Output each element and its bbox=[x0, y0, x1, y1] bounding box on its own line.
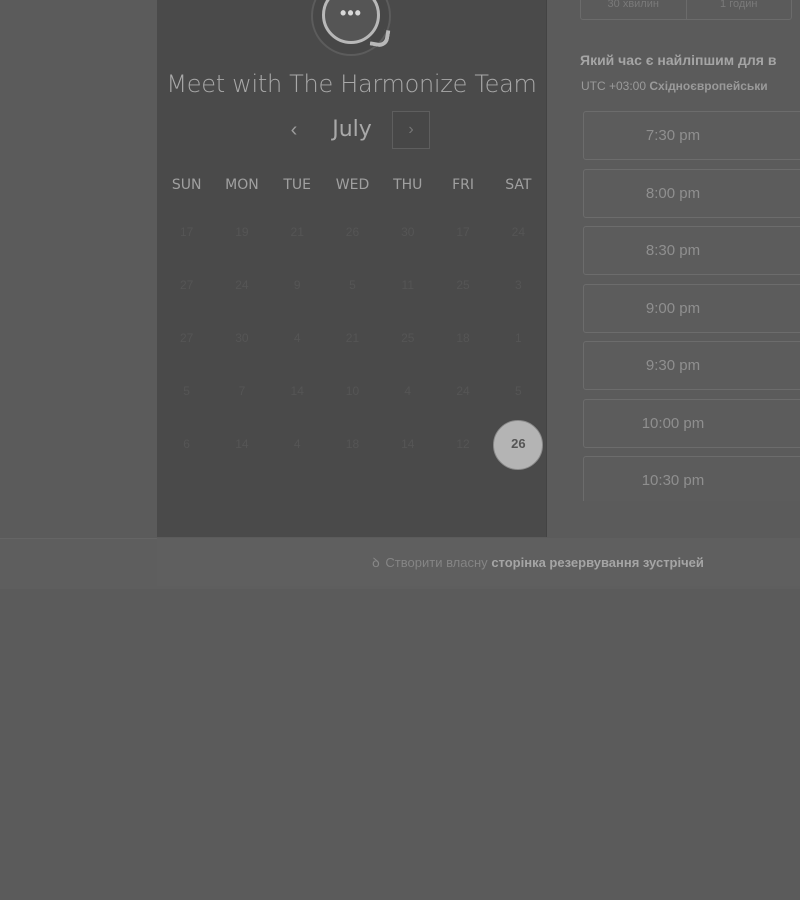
time-slot-list[interactable]: 7:30 pm 8:00 pm 8:30 pm 9:00 pm 9:30 pm … bbox=[583, 111, 800, 501]
calendar-day: 30 bbox=[235, 331, 249, 345]
selected-day[interactable]: 26 bbox=[491, 420, 546, 474]
weekday-label: SUN bbox=[171, 177, 202, 193]
calendar-day: 5 bbox=[514, 384, 522, 398]
calendar-day: 21 bbox=[345, 331, 360, 345]
calendar-day: 30 bbox=[401, 225, 415, 239]
footer-link[interactable]: сторінка резервування зустрічей bbox=[491, 555, 704, 570]
calendar-day: 4 bbox=[293, 331, 301, 345]
calendar-day: 5 bbox=[183, 384, 190, 398]
hubspot-sprocket-icon: ꝺ bbox=[372, 555, 380, 570]
chat-dots-icon: ••• bbox=[322, 0, 391, 49]
chevron-left-icon: ‹ bbox=[290, 119, 298, 141]
timezone-offset: UTC +03:00 bbox=[581, 79, 647, 93]
time-slot-button[interactable]: 9:30 pm bbox=[583, 341, 800, 390]
calendar-day: 5 bbox=[349, 278, 356, 292]
weekday-label: THU bbox=[393, 177, 423, 193]
calendar-day: 12 bbox=[456, 437, 470, 451]
calendar-day: 17 bbox=[456, 225, 470, 239]
weekday-label: FRI bbox=[452, 177, 474, 193]
weekday-header: SUN MON TUE WED THU FRI SAT bbox=[157, 172, 546, 198]
duration-tab[interactable]: 1 годин bbox=[685, 0, 792, 19]
calendar-day: 14 bbox=[235, 437, 249, 451]
calendar-day: 9 bbox=[293, 278, 301, 292]
calendar-day: 1 bbox=[514, 331, 522, 345]
calendar-week: 27 30 4 21 25 18 1 bbox=[157, 315, 546, 368]
weekday-label: MON bbox=[225, 177, 259, 193]
calendar-day: 24 bbox=[235, 278, 249, 292]
calendar-day: 21 bbox=[290, 225, 304, 239]
duration-tab[interactable]: 30 хвилин bbox=[581, 0, 686, 19]
calendar-day: 27 bbox=[179, 278, 194, 292]
next-month-button[interactable]: › bbox=[392, 111, 430, 149]
prev-month-button[interactable]: ‹ bbox=[280, 116, 308, 144]
time-slot-button[interactable]: 7:30 pm bbox=[583, 111, 800, 160]
calendar-day: 24 bbox=[456, 384, 470, 398]
calendar-day: 24 bbox=[511, 225, 525, 239]
calendar-day: 7 bbox=[238, 384, 246, 398]
calendar-week: 5 7 14 10 4 24 5 bbox=[157, 368, 546, 421]
calendar-week: 6 14 4 18 14 12 26 bbox=[157, 420, 546, 474]
calendar-day: 11 bbox=[401, 278, 414, 292]
calendar-day: 10 bbox=[345, 384, 360, 398]
team-avatar: ••• bbox=[311, 0, 391, 56]
calendar-day: 6 bbox=[183, 437, 190, 451]
timezone-label[interactable]: UTC +03:00 Східноєвропейськи bbox=[581, 79, 768, 93]
calendar-day: 14 bbox=[401, 437, 415, 451]
team-title: Meet with The Harmonize Team bbox=[166, 70, 537, 98]
timezone-name: Східноєвропейськи bbox=[649, 79, 768, 93]
calendar-day: 4 bbox=[404, 384, 412, 398]
calendar-day: 3 bbox=[514, 278, 522, 292]
calendar-day: 19 bbox=[235, 225, 249, 239]
time-slot-button[interactable]: 8:00 pm bbox=[583, 168, 800, 218]
calendar-day: 14 bbox=[290, 384, 304, 398]
calendar-grid: SUN MON TUE WED THU FRI SAT 17 19 21 26 … bbox=[157, 172, 546, 474]
weekday-label: SAT bbox=[505, 177, 532, 193]
calendar-day: 17 bbox=[179, 225, 194, 239]
time-question: Який час є найліпшим для в bbox=[580, 52, 777, 68]
selected-day-label: 26 bbox=[511, 436, 526, 451]
time-slot-button[interactable]: 9:00 pm bbox=[583, 283, 800, 333]
calendar-day: 18 bbox=[456, 331, 470, 345]
footer-promo: ꝺ Створити власну сторінка резервування … bbox=[372, 553, 704, 571]
time-slot-button[interactable]: 10:30 pm bbox=[583, 456, 800, 501]
footer: ꝺ Створити власну сторінка резервування … bbox=[157, 538, 800, 586]
footer-prefix: Створити власну bbox=[385, 555, 488, 570]
weekday-label: TUE bbox=[283, 177, 312, 193]
calendar-day: 18 bbox=[345, 437, 360, 451]
calendar-day: 27 bbox=[179, 331, 194, 345]
calendar-day: 25 bbox=[401, 331, 415, 345]
weekday-label: WED bbox=[335, 177, 370, 193]
calendar-week: 27 24 9 5 11 25 3 bbox=[157, 262, 546, 315]
calendar-day: 4 bbox=[293, 437, 301, 451]
chevron-right-icon: › bbox=[408, 121, 414, 138]
month-label: July bbox=[332, 117, 372, 142]
calendar-day: 25 bbox=[456, 278, 470, 292]
time-slot-button[interactable]: 10:00 pm bbox=[583, 398, 800, 448]
time-slot-button[interactable]: 8:30 pm bbox=[583, 226, 800, 275]
calendar-day: 26 bbox=[345, 225, 360, 239]
duration-tabs: 30 хвилин 1 годин bbox=[580, 0, 792, 20]
calendar-panel: ••• Meet with The Harmonize Team ‹ July … bbox=[157, 0, 547, 537]
calendar-week: 17 19 21 26 30 17 24 bbox=[157, 209, 546, 262]
